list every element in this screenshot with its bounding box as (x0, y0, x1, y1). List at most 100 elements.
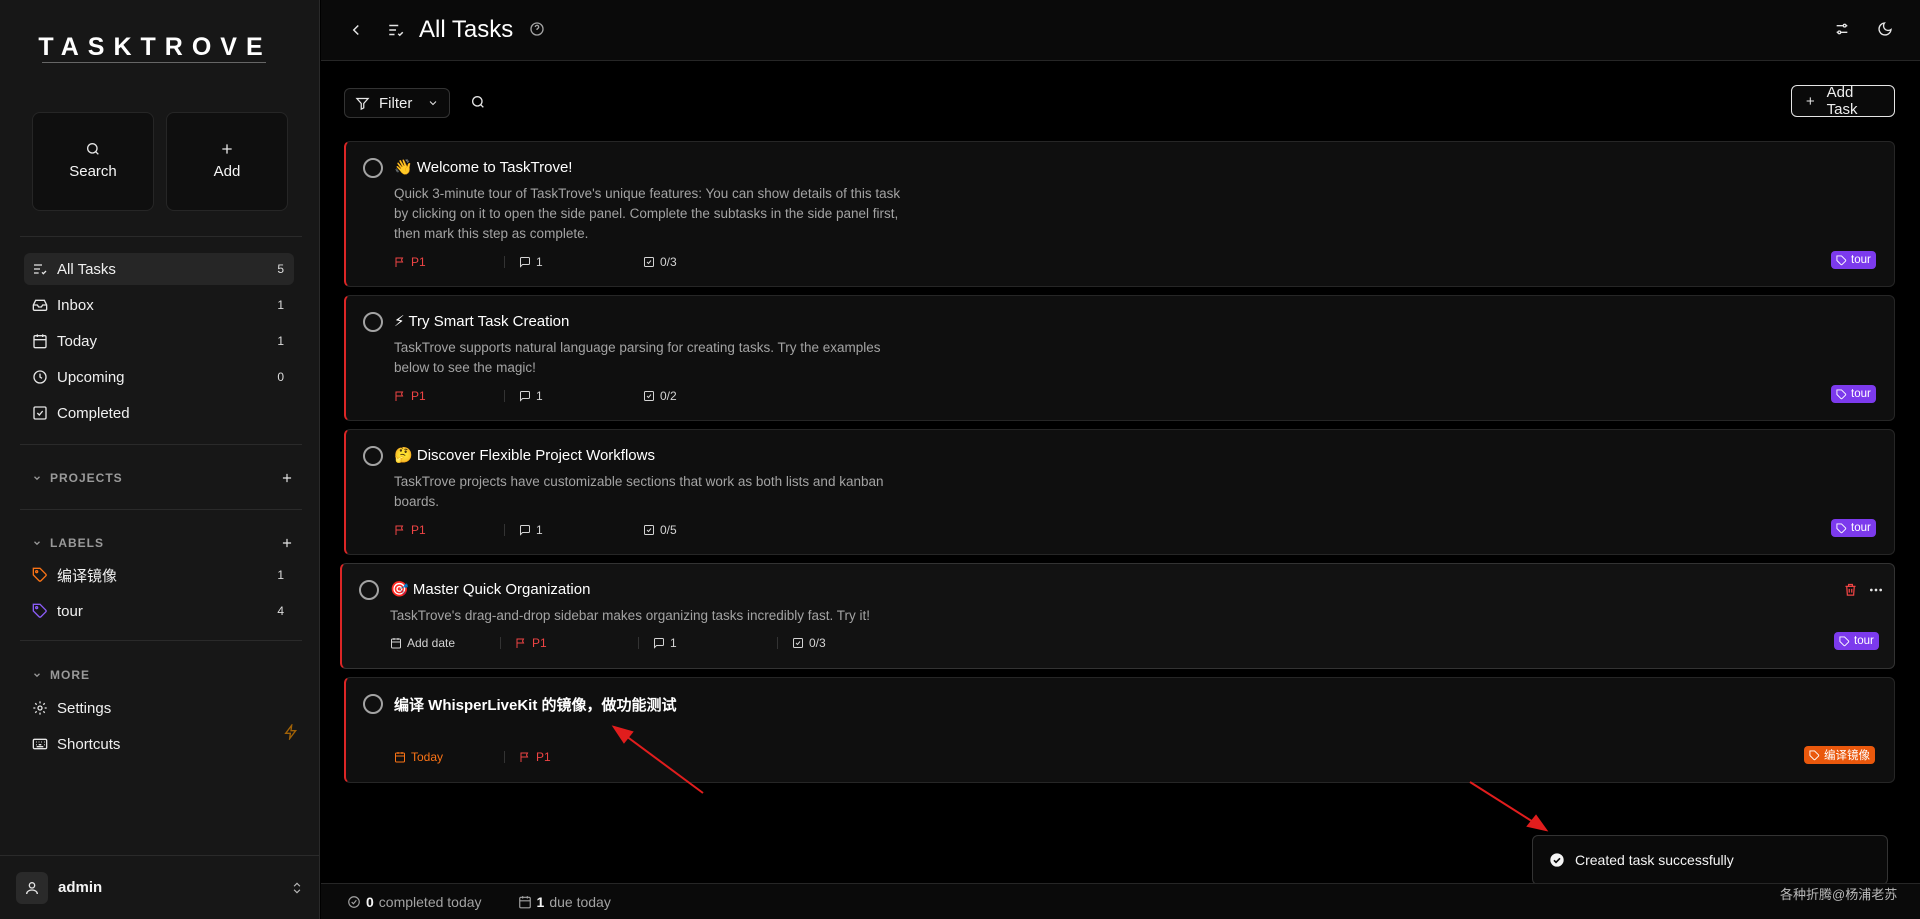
flag-icon (520, 752, 529, 762)
task-card[interactable]: 🤔 Discover Flexible Project Workflows Ta… (344, 429, 1895, 555)
task-checkbox[interactable] (363, 158, 383, 178)
toast-message: Created task successfully (1575, 852, 1734, 868)
sidebar-item-label: Settings (57, 699, 112, 717)
sliders-icon[interactable] (1834, 21, 1850, 37)
task-add-date[interactable]: Add date (390, 636, 500, 650)
add-label-icon[interactable] (280, 536, 294, 550)
tag-icon (1836, 388, 1847, 399)
sidebar-item-count: 1 (277, 568, 284, 582)
meta-separator (777, 637, 778, 649)
search-icon[interactable] (470, 94, 486, 110)
add-project-icon[interactable] (280, 471, 294, 485)
more-section-header[interactable]: MORE (32, 665, 294, 685)
task-due-date[interactable]: Today (394, 750, 504, 764)
task-priority[interactable]: P1 (394, 389, 504, 403)
sidebar-item-label-tour[interactable]: tour 4 (24, 595, 294, 627)
task-tag[interactable]: tour (1831, 251, 1876, 269)
toast-notification[interactable]: Created task successfully (1532, 835, 1888, 885)
watermark: 各种折腾@杨浦老苏 (1780, 887, 1898, 902)
task-tag[interactable]: tour (1831, 385, 1876, 403)
moon-icon[interactable] (1877, 21, 1893, 37)
page-header: All Tasks (321, 0, 1920, 61)
calendar-icon (391, 638, 401, 649)
task-tag[interactable]: tour (1831, 519, 1876, 537)
check-circle-icon (348, 895, 360, 908)
flag-icon (395, 257, 404, 267)
task-checkbox[interactable] (363, 312, 383, 332)
task-comments[interactable]: 1 (653, 636, 777, 650)
task-comments[interactable]: 1 (519, 523, 643, 537)
sidebar-item-today[interactable]: Today 1 (24, 325, 294, 357)
flag-icon (395, 391, 404, 401)
more-heading: MORE (50, 668, 90, 682)
task-subtasks[interactable]: 0/2 (643, 389, 677, 403)
task-description: TaskTrove's drag-and-drop sidebar makes … (390, 608, 871, 623)
task-card[interactable]: 编译 WhisperLiveKit 的镜像，做功能测试 Today P1 编译镜… (344, 677, 1895, 783)
sidebar-item-count: 0 (277, 370, 284, 384)
task-meta: Today P1 (394, 749, 551, 765)
app-logo[interactable]: TASKTROVE (0, 33, 310, 62)
task-meta: P1 1 0/3 (394, 254, 677, 270)
tag-icon (1836, 522, 1847, 533)
tag-icon (1839, 635, 1850, 646)
clock-icon (33, 370, 47, 384)
divider (20, 640, 302, 641)
meta-separator (504, 524, 505, 536)
search-button[interactable]: Search (32, 112, 154, 211)
chevron-left-icon[interactable] (347, 21, 365, 39)
task-subtasks[interactable]: 0/5 (643, 523, 677, 537)
sidebar-item-settings[interactable]: Settings (24, 692, 294, 724)
task-meta: Add date P1 1 0/3 (390, 635, 826, 651)
add-task-button[interactable]: Add Task (1791, 84, 1895, 118)
add-button[interactable]: Add (166, 112, 288, 211)
check-square-icon (644, 525, 654, 535)
sidebar-item-label: 编译镜像 (57, 567, 118, 585)
user-menu[interactable]: admin (0, 855, 320, 919)
trash-icon[interactable] (1843, 582, 1858, 597)
filter-button[interactable]: Filter (344, 88, 450, 118)
task-checkbox[interactable] (363, 446, 383, 466)
sidebar-item-count: 4 (277, 604, 284, 618)
sidebar: TASKTROVE Search Add All Tasks 5 Inbox 1… (0, 0, 320, 919)
sidebar-item-upcoming[interactable]: Upcoming 0 (24, 361, 294, 393)
help-icon[interactable] (529, 21, 545, 37)
meta-separator (504, 390, 505, 402)
task-checkbox[interactable] (359, 580, 379, 600)
task-priority[interactable]: P1 (394, 523, 504, 537)
task-meta: P1 1 0/2 (394, 388, 677, 404)
task-checkbox[interactable] (363, 694, 383, 714)
task-subtasks[interactable]: 0/3 (643, 255, 677, 269)
task-subtasks[interactable]: 0/3 (792, 636, 826, 650)
task-card[interactable]: 🎯 Master Quick Organization TaskTrove's … (340, 563, 1895, 669)
more-horizontal-icon[interactable] (1868, 582, 1884, 598)
sidebar-item-completed[interactable]: Completed (24, 397, 294, 429)
task-priority[interactable]: P1 (394, 255, 504, 269)
task-priority[interactable]: P1 (519, 750, 551, 764)
task-comments[interactable]: 1 (519, 255, 643, 269)
chevron-down-icon (34, 541, 40, 546)
user-icon (26, 881, 38, 894)
task-card[interactable]: 👋 Welcome to TaskTrove! Quick 3-minute t… (344, 141, 1895, 287)
sidebar-item-count: 1 (277, 298, 284, 312)
task-tag[interactable]: tour (1834, 632, 1879, 650)
check-square-icon (33, 406, 47, 420)
sidebar-item-label-compile-image[interactable]: 编译镜像 1 (24, 559, 294, 591)
bolt-icon[interactable] (283, 724, 299, 740)
divider (20, 509, 302, 510)
sidebar-item-inbox[interactable]: Inbox 1 (24, 289, 294, 321)
chevron-down-icon (34, 476, 40, 481)
sidebar-item-shortcuts[interactable]: Shortcuts (24, 728, 294, 760)
search-icon (87, 143, 99, 155)
task-priority[interactable]: P1 (515, 636, 638, 650)
task-comments[interactable]: 1 (519, 389, 643, 403)
sidebar-item-all-tasks[interactable]: All Tasks 5 (24, 253, 294, 285)
flag-icon (395, 525, 404, 535)
task-card[interactable]: ⚡ Try Smart Task Creation TaskTrove supp… (344, 295, 1895, 421)
labels-section-header[interactable]: LABELS (32, 533, 294, 553)
tag-icon (1836, 254, 1847, 265)
task-description: Quick 3-minute tour of TaskTrove's uniqu… (394, 186, 901, 241)
projects-section-header[interactable]: PROJECTS (32, 468, 294, 488)
task-tag[interactable]: 编译镜像 (1804, 746, 1875, 764)
task-description: TaskTrove projects have customizable sec… (394, 474, 884, 509)
sidebar-item-count: 1 (277, 334, 284, 348)
